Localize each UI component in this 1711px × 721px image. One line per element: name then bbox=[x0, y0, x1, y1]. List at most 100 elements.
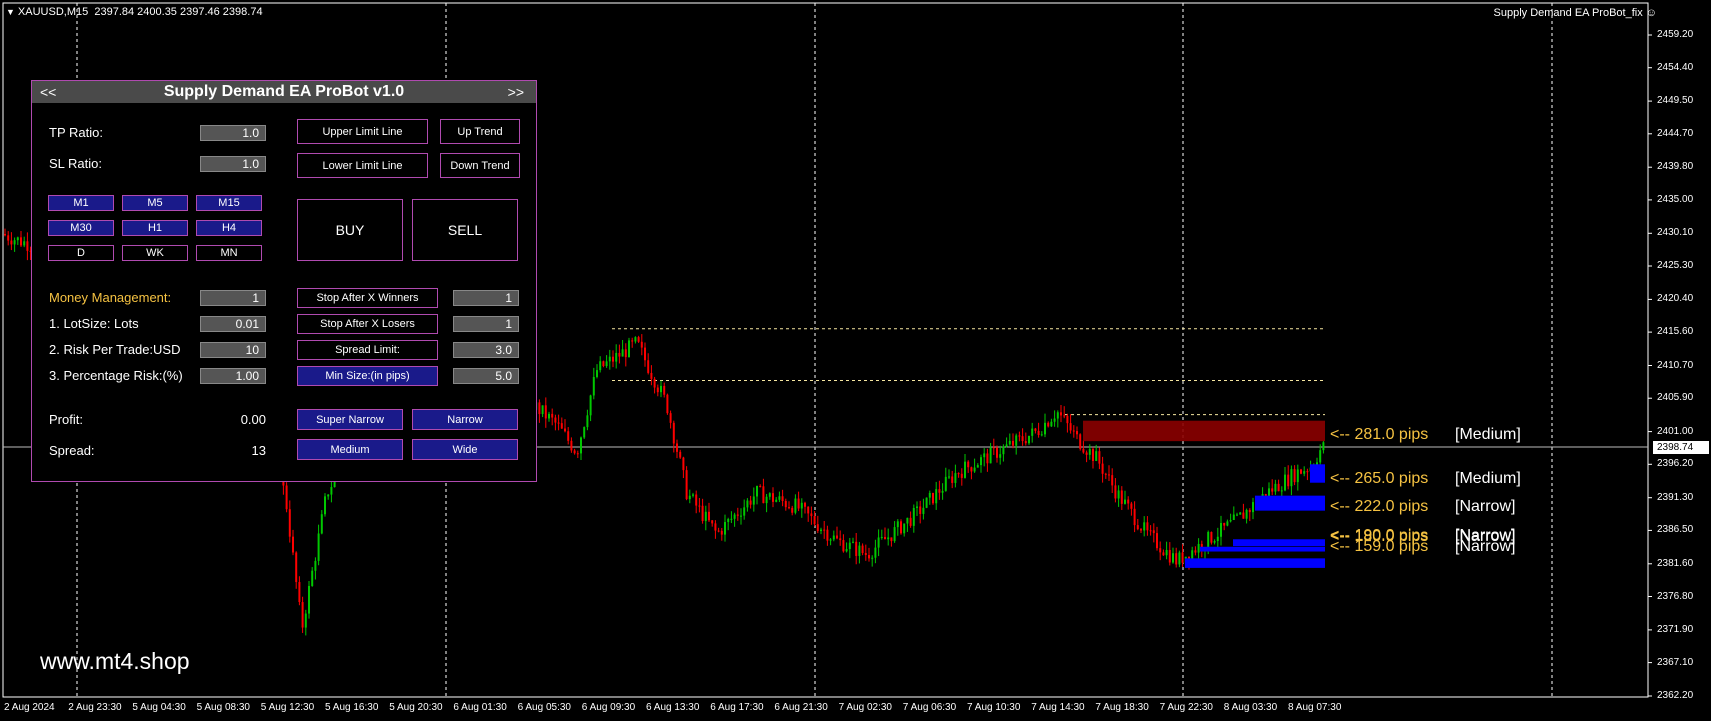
candle-body bbox=[957, 473, 960, 475]
sell-button[interactable]: SELL bbox=[412, 199, 518, 261]
candle-body bbox=[599, 361, 602, 371]
tf-m30-button[interactable]: M30 bbox=[48, 220, 114, 236]
spread-limit-input[interactable]: 3.0 bbox=[453, 342, 519, 358]
candle-body bbox=[586, 415, 589, 428]
candle-body bbox=[1063, 415, 1066, 417]
upper-limit-line-button[interactable]: Upper Limit Line bbox=[297, 119, 428, 144]
spread-limit-button[interactable]: Spread Limit: bbox=[297, 340, 438, 360]
price-tick-label: 2401.00 bbox=[1657, 425, 1694, 437]
min-size-button[interactable]: Min Size:(in pips) bbox=[297, 366, 438, 386]
zone-pips-label: <-- 222.0 pips bbox=[1330, 498, 1429, 515]
medium-button[interactable]: Medium bbox=[297, 439, 403, 460]
sl-ratio-input[interactable]: 1.0 bbox=[200, 156, 266, 172]
panel-header[interactable]: << Supply Demand EA ProBot v1.0 >> bbox=[32, 81, 536, 103]
candle-body bbox=[1223, 522, 1226, 526]
tf-h1-button[interactable]: H1 bbox=[122, 220, 188, 236]
candle-body bbox=[640, 341, 643, 348]
dropdown-triangle-icon[interactable]: ▼ bbox=[6, 7, 15, 17]
candle-body bbox=[1047, 422, 1050, 427]
candle-body bbox=[973, 467, 976, 472]
super-narrow-button[interactable]: Super Narrow bbox=[297, 409, 403, 430]
candle-body bbox=[1015, 435, 1018, 446]
candle-body bbox=[1220, 522, 1222, 537]
candle-body bbox=[1024, 441, 1027, 444]
candle-body bbox=[708, 511, 710, 521]
stop-after-winners-button[interactable]: Stop After X Winners bbox=[297, 288, 438, 308]
tp-ratio-input[interactable]: 1.0 bbox=[200, 125, 266, 141]
candle-body bbox=[740, 515, 742, 517]
candle-body bbox=[1044, 422, 1046, 435]
chart-window[interactable]: ▼ XAUUSD,M15 2397.84 2400.35 2397.46 2398… bbox=[0, 0, 1711, 721]
narrow-button[interactable]: Narrow bbox=[412, 409, 518, 430]
tf-m5-button[interactable]: M5 bbox=[122, 195, 188, 211]
candle-body bbox=[797, 498, 800, 509]
buy-button[interactable]: BUY bbox=[297, 199, 403, 261]
candle-body bbox=[906, 517, 909, 524]
candle-body bbox=[544, 405, 547, 419]
ea-name-label: Supply Demand EA ProBot_fix ☺ bbox=[1494, 7, 1658, 19]
percentage-risk-input[interactable]: 1.00 bbox=[200, 368, 266, 384]
price-tick-label: 2410.70 bbox=[1657, 359, 1694, 371]
candle-body bbox=[676, 443, 678, 452]
time-tick-label: 7 Aug 22:30 bbox=[1159, 702, 1213, 713]
ea-control-panel[interactable]: << Supply Demand EA ProBot v1.0 >> TP Ra… bbox=[31, 80, 537, 482]
zone-pips-label: <-- 159.0 pips bbox=[1330, 538, 1429, 555]
candle-body bbox=[736, 514, 739, 516]
stop-after-losers-button[interactable]: Stop After X Losers bbox=[297, 314, 438, 334]
candle-body bbox=[301, 602, 304, 628]
candle-body bbox=[781, 496, 784, 502]
candle-body bbox=[596, 370, 598, 377]
money-management-input[interactable]: 1 bbox=[200, 290, 266, 306]
tf-wk-button[interactable]: WK bbox=[122, 245, 188, 261]
wide-button[interactable]: Wide bbox=[412, 439, 518, 460]
tf-h4-button[interactable]: H4 bbox=[196, 220, 262, 236]
candle-body bbox=[749, 500, 752, 505]
candle-body bbox=[26, 241, 29, 251]
zone-class-label: [Narrow] bbox=[1455, 538, 1516, 555]
down-trend-button[interactable]: Down Trend bbox=[440, 153, 520, 178]
candle-body bbox=[292, 536, 294, 553]
candle-body bbox=[4, 233, 6, 236]
candle-body bbox=[912, 507, 915, 526]
time-tick-label: 5 Aug 12:30 bbox=[260, 702, 315, 713]
candle-body bbox=[1181, 552, 1184, 563]
candle-body bbox=[1213, 541, 1216, 543]
price-tick-label: 2459.20 bbox=[1657, 29, 1694, 40]
candle-body bbox=[874, 547, 877, 558]
candle-body bbox=[880, 536, 883, 538]
time-tick-label: 2 Aug 23:30 bbox=[68, 702, 122, 713]
lower-limit-line-button[interactable]: Lower Limit Line bbox=[297, 153, 428, 178]
tf-mn-button[interactable]: MN bbox=[196, 245, 262, 261]
stop-after-losers-input[interactable]: 1 bbox=[453, 316, 519, 332]
min-size-input[interactable]: 5.0 bbox=[453, 368, 519, 384]
time-tick-label: 7 Aug 14:30 bbox=[1031, 702, 1085, 713]
panel-next-button[interactable]: >> bbox=[508, 84, 524, 100]
time-tick-label: 5 Aug 20:30 bbox=[389, 702, 443, 713]
time-tick-label: 2 Aug 2024 bbox=[4, 702, 55, 713]
candle-body bbox=[900, 521, 902, 534]
candle-body bbox=[845, 549, 848, 552]
candle-body bbox=[1114, 485, 1117, 499]
stop-after-winners-input[interactable]: 1 bbox=[453, 290, 519, 306]
candle-body bbox=[775, 499, 778, 502]
tf-m1-button[interactable]: M1 bbox=[48, 195, 114, 211]
zone-pips-label: <-- 281.0 pips bbox=[1330, 426, 1429, 443]
price-tick-label: 2439.80 bbox=[1657, 161, 1694, 173]
tf-d-button[interactable]: D bbox=[48, 245, 114, 261]
zone-class-label: [Medium] bbox=[1455, 470, 1521, 487]
price-tick-label: 2405.90 bbox=[1657, 392, 1694, 404]
candle-body bbox=[714, 523, 717, 531]
lot-size-input[interactable]: 0.01 bbox=[200, 316, 266, 332]
up-trend-button[interactable]: Up Trend bbox=[440, 119, 520, 144]
candle-body bbox=[1175, 553, 1178, 565]
price-tick-label: 2381.60 bbox=[1657, 557, 1694, 569]
candle-body bbox=[746, 500, 749, 508]
price-tick-label: 2376.80 bbox=[1657, 590, 1694, 602]
candle-body bbox=[656, 387, 659, 393]
risk-per-trade-input[interactable]: 10 bbox=[200, 342, 266, 358]
candle-body bbox=[791, 507, 794, 513]
tf-m15-button[interactable]: M15 bbox=[196, 195, 262, 211]
lot-size-label: 1. LotSize: Lots bbox=[49, 316, 139, 331]
time-tick-label: 5 Aug 04:30 bbox=[132, 702, 186, 713]
candle-body bbox=[960, 473, 963, 478]
